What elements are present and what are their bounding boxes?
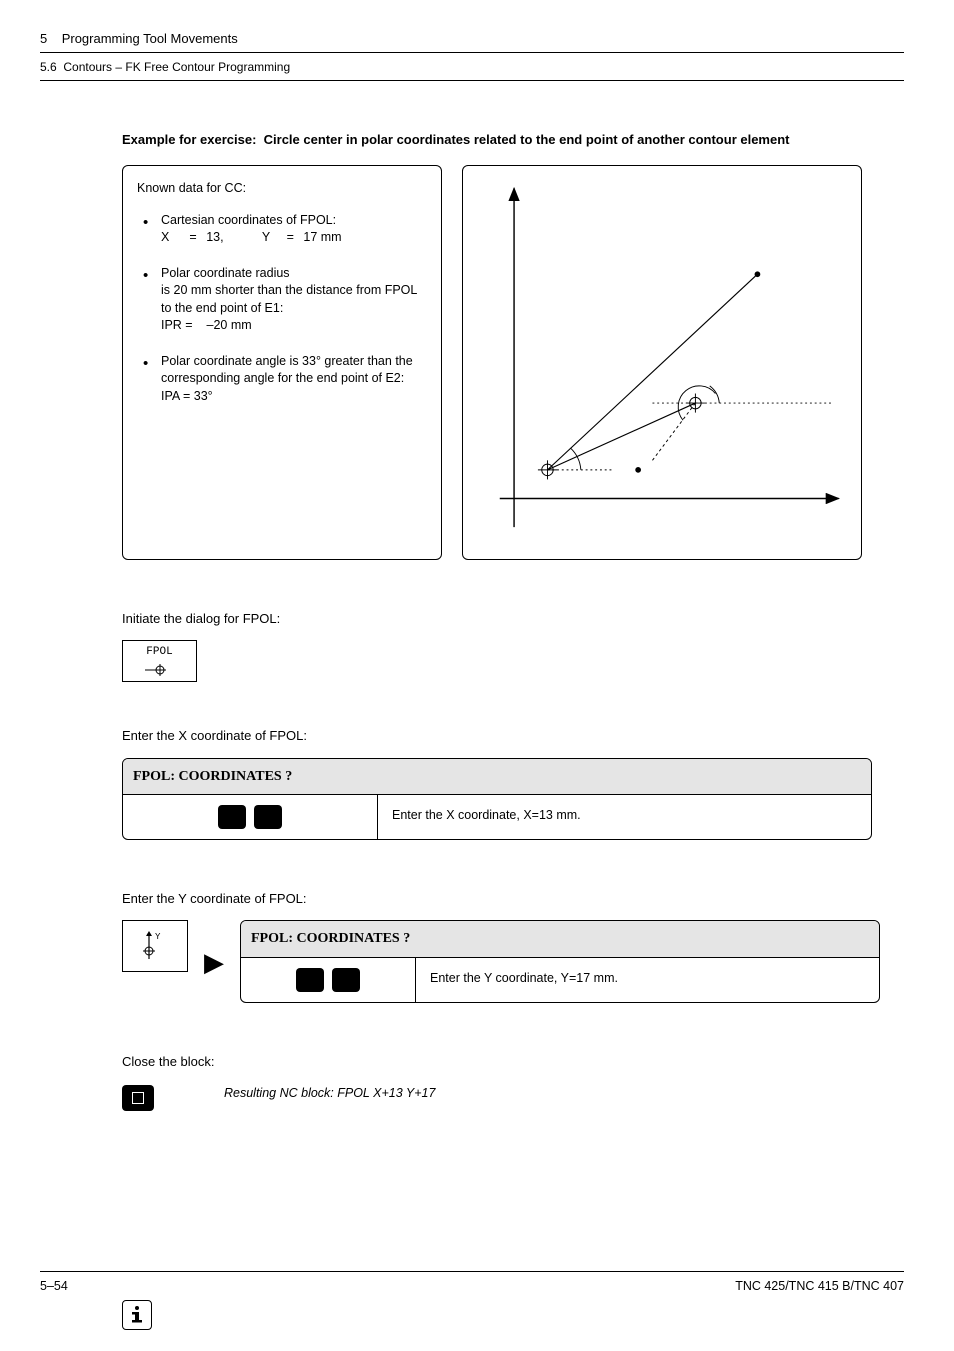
bullet1-line1: Cartesian coordinates of FPOL: (161, 212, 427, 230)
section-title: Contours – FK Free Contour Programming (63, 60, 290, 74)
eq: = (287, 229, 294, 247)
chapter-num: 5 (40, 31, 47, 46)
eq: = (189, 229, 196, 247)
page-number: 5–54 (40, 1278, 68, 1296)
x-label: X (161, 229, 173, 247)
bullet2-ipr: IPR = –20 mm (161, 317, 427, 335)
fpol-key-text: FPOL (146, 645, 172, 660)
known-data-item: Polar coordinate radius is 20 mm shorter… (137, 265, 427, 335)
numeric-keys (241, 958, 416, 1002)
x-val: 13, (206, 230, 223, 244)
svg-text:Y: Y (155, 932, 161, 942)
y-axis-pole-icon: Y (135, 929, 175, 963)
known-data-box: Known data for CC: Cartesian coordinates… (122, 165, 442, 560)
close-label: Close the block: (122, 1053, 904, 1071)
chapter-header: 5 Programming Tool Movements (40, 30, 904, 53)
digit-key[interactable] (332, 968, 360, 992)
geometry-diagram-icon (471, 174, 853, 551)
diagram-box (462, 165, 862, 560)
page-footer: 5–54 TNC 425/TNC 415 B/TNC 407 (40, 1271, 904, 1296)
enter-y-label: Enter the Y coordinate of FPOL: (122, 890, 904, 908)
bullet1-coords: X = 13, Y = 17 mm (161, 229, 427, 247)
resulting-block: Resulting NC block: FPOL X+13 Y+17 (224, 1085, 435, 1103)
y-label: Y (262, 230, 270, 244)
section-num: 5.6 (40, 60, 57, 74)
pole-crosshair-icon (145, 662, 175, 678)
known-data-item: Polar coordinate angle is 33° greater th… (137, 353, 427, 406)
fpol-softkey[interactable]: FPOL (122, 640, 197, 682)
prompt-header: FPOL: COORDINATES ? (123, 759, 871, 796)
example-label: Example for exercise: (122, 132, 256, 147)
y-axis-softkey[interactable]: Y (122, 920, 188, 972)
section-header: 5.6 Contours – FK Free Contour Programmi… (40, 59, 904, 81)
ipr-val: –20 mm (207, 318, 252, 332)
example-title: Circle center in polar coordinates relat… (264, 132, 790, 147)
prompt-table-y: FPOL: COORDINATES ? Enter the Y coordina… (240, 920, 880, 1003)
arrow-right-icon: ▶ (204, 936, 224, 988)
digit-key[interactable] (296, 968, 324, 992)
doc-model: TNC 425/TNC 415 B/TNC 407 (735, 1278, 904, 1296)
digit-key[interactable] (254, 805, 282, 829)
numeric-keys (123, 795, 378, 839)
digit-key[interactable] (218, 805, 246, 829)
bullet3-ipa: IPA = 33° (161, 388, 427, 406)
chapter-title: Programming Tool Movements (62, 31, 238, 46)
bullet2-line2: is 20 mm shorter than the distance from … (161, 282, 427, 317)
known-data-item: Cartesian coordinates of FPOL: X = 13, Y… (137, 212, 427, 247)
known-data-title: Known data for CC: (137, 180, 427, 198)
prompt-header: FPOL: COORDINATES ? (241, 921, 879, 958)
bullet3-line1: Polar coordinate angle is 33° greater th… (161, 353, 427, 388)
initiate-label: Initiate the dialog for FPOL: (122, 610, 904, 628)
prompt-desc: Enter the Y coordinate, Y=17 mm. (416, 958, 879, 1002)
prompt-table-x: FPOL: COORDINATES ? Enter the X coordina… (122, 758, 872, 841)
y-val: 17 mm (303, 230, 341, 244)
bullet2-line1: Polar coordinate radius (161, 265, 427, 283)
ipr-label: IPR = (161, 318, 193, 332)
enter-x-label: Enter the X coordinate of FPOL: (122, 727, 904, 745)
end-key[interactable] (122, 1085, 154, 1111)
info-icon (122, 1300, 152, 1330)
example-heading: Example for exercise: Circle center in p… (122, 131, 904, 149)
prompt-desc: Enter the X coordinate, X=13 mm. (378, 795, 871, 839)
